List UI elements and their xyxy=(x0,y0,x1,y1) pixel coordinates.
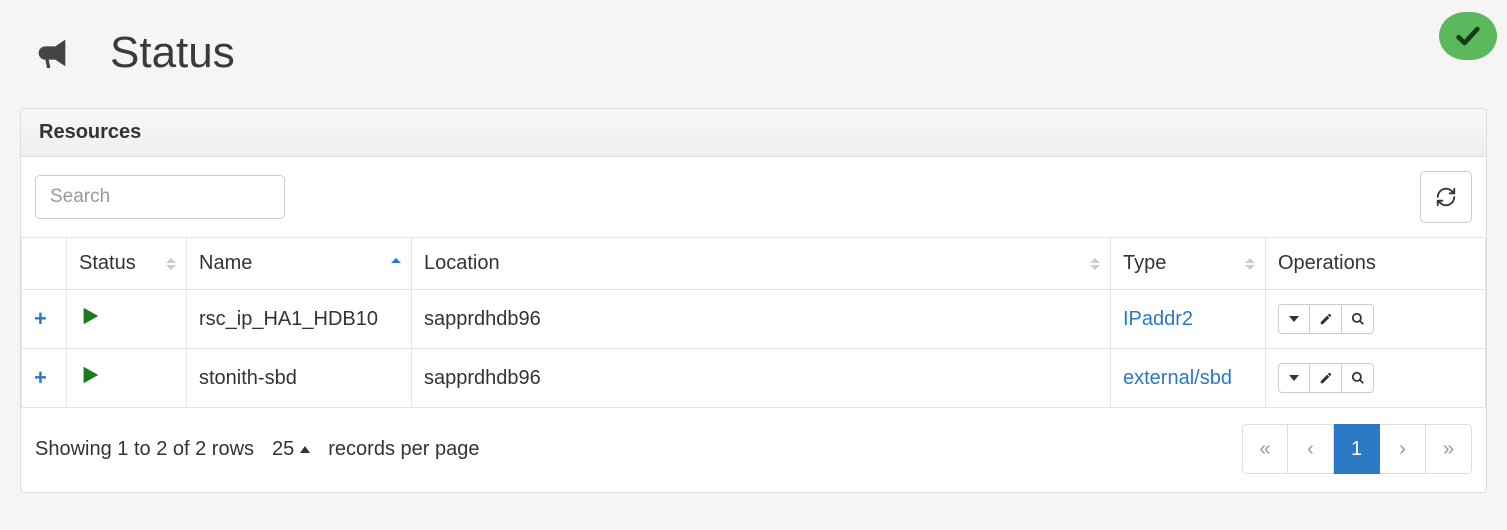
page-size-selector[interactable]: 25 xyxy=(272,438,310,461)
column-location[interactable]: Location xyxy=(412,238,1111,290)
rows-summary: Showing 1 to 2 of 2 rows xyxy=(35,438,254,461)
operations-group xyxy=(1278,363,1473,393)
table-row: + rsc_ip_HA1_HDB10 sapprdhdb96 IPaddr2 xyxy=(22,290,1486,349)
table-row: + stonith-sbd sapprdhdb96 external/sbd xyxy=(22,349,1486,408)
page-next-button[interactable]: › xyxy=(1380,424,1426,474)
sort-asc-icon xyxy=(391,258,401,270)
resource-name: rsc_ip_HA1_HDB10 xyxy=(187,290,412,349)
column-type[interactable]: Type xyxy=(1111,238,1266,290)
panel-footer: Showing 1 to 2 of 2 rows 25 records per … xyxy=(21,408,1486,492)
pencil-icon xyxy=(1319,371,1333,385)
search-input[interactable] xyxy=(35,175,285,219)
column-expand xyxy=(22,238,67,290)
resource-location: sapprdhdb96 xyxy=(412,349,1111,408)
sort-icon xyxy=(166,258,176,270)
page-number-current[interactable]: 1 xyxy=(1334,424,1380,474)
bullhorn-icon xyxy=(30,33,80,73)
resource-location: sapprdhdb96 xyxy=(412,290,1111,349)
panel-toolbar xyxy=(21,157,1486,237)
caret-down-icon xyxy=(1289,375,1299,381)
page-size-value: 25 xyxy=(272,438,294,461)
column-operations: Operations xyxy=(1266,238,1486,290)
panel-heading: Resources xyxy=(21,109,1486,157)
refresh-button[interactable] xyxy=(1420,171,1472,223)
page-last-button[interactable]: » xyxy=(1426,424,1472,474)
sort-icon xyxy=(1090,258,1100,270)
caret-down-icon xyxy=(1289,316,1299,322)
play-icon xyxy=(79,310,101,332)
page-header: Status xyxy=(0,0,1507,108)
pencil-icon xyxy=(1319,312,1333,326)
sort-icon xyxy=(1245,258,1255,270)
records-per-page-label: records per page xyxy=(328,438,479,461)
operations-group xyxy=(1278,304,1473,334)
magnifier-icon xyxy=(1351,371,1365,385)
expand-row-button[interactable]: + xyxy=(34,365,47,390)
column-status[interactable]: Status xyxy=(67,238,187,290)
page-prev-button[interactable]: ‹ xyxy=(1288,424,1334,474)
detail-button[interactable] xyxy=(1342,304,1374,334)
detail-button[interactable] xyxy=(1342,363,1374,393)
edit-button[interactable] xyxy=(1310,304,1342,334)
operations-menu-button[interactable] xyxy=(1278,363,1310,393)
expand-row-button[interactable]: + xyxy=(34,306,47,331)
magnifier-icon xyxy=(1351,312,1365,326)
edit-button[interactable] xyxy=(1310,363,1342,393)
resources-panel: Resources Status xyxy=(20,108,1487,493)
page-title: Status xyxy=(110,28,235,78)
pagination: « ‹ 1 › » xyxy=(1242,424,1472,474)
play-icon xyxy=(79,369,101,391)
operations-menu-button[interactable] xyxy=(1278,304,1310,334)
resource-type-link[interactable]: IPaddr2 xyxy=(1123,308,1193,330)
cluster-status-ok-icon xyxy=(1439,12,1497,60)
resource-name: stonith-sbd xyxy=(187,349,412,408)
refresh-icon xyxy=(1435,186,1457,208)
column-name[interactable]: Name xyxy=(187,238,412,290)
page-first-button[interactable]: « xyxy=(1242,424,1288,474)
caret-up-icon xyxy=(300,446,310,453)
resource-type-link[interactable]: external/sbd xyxy=(1123,367,1232,389)
resources-table: Status Name Location Type xyxy=(21,237,1486,408)
